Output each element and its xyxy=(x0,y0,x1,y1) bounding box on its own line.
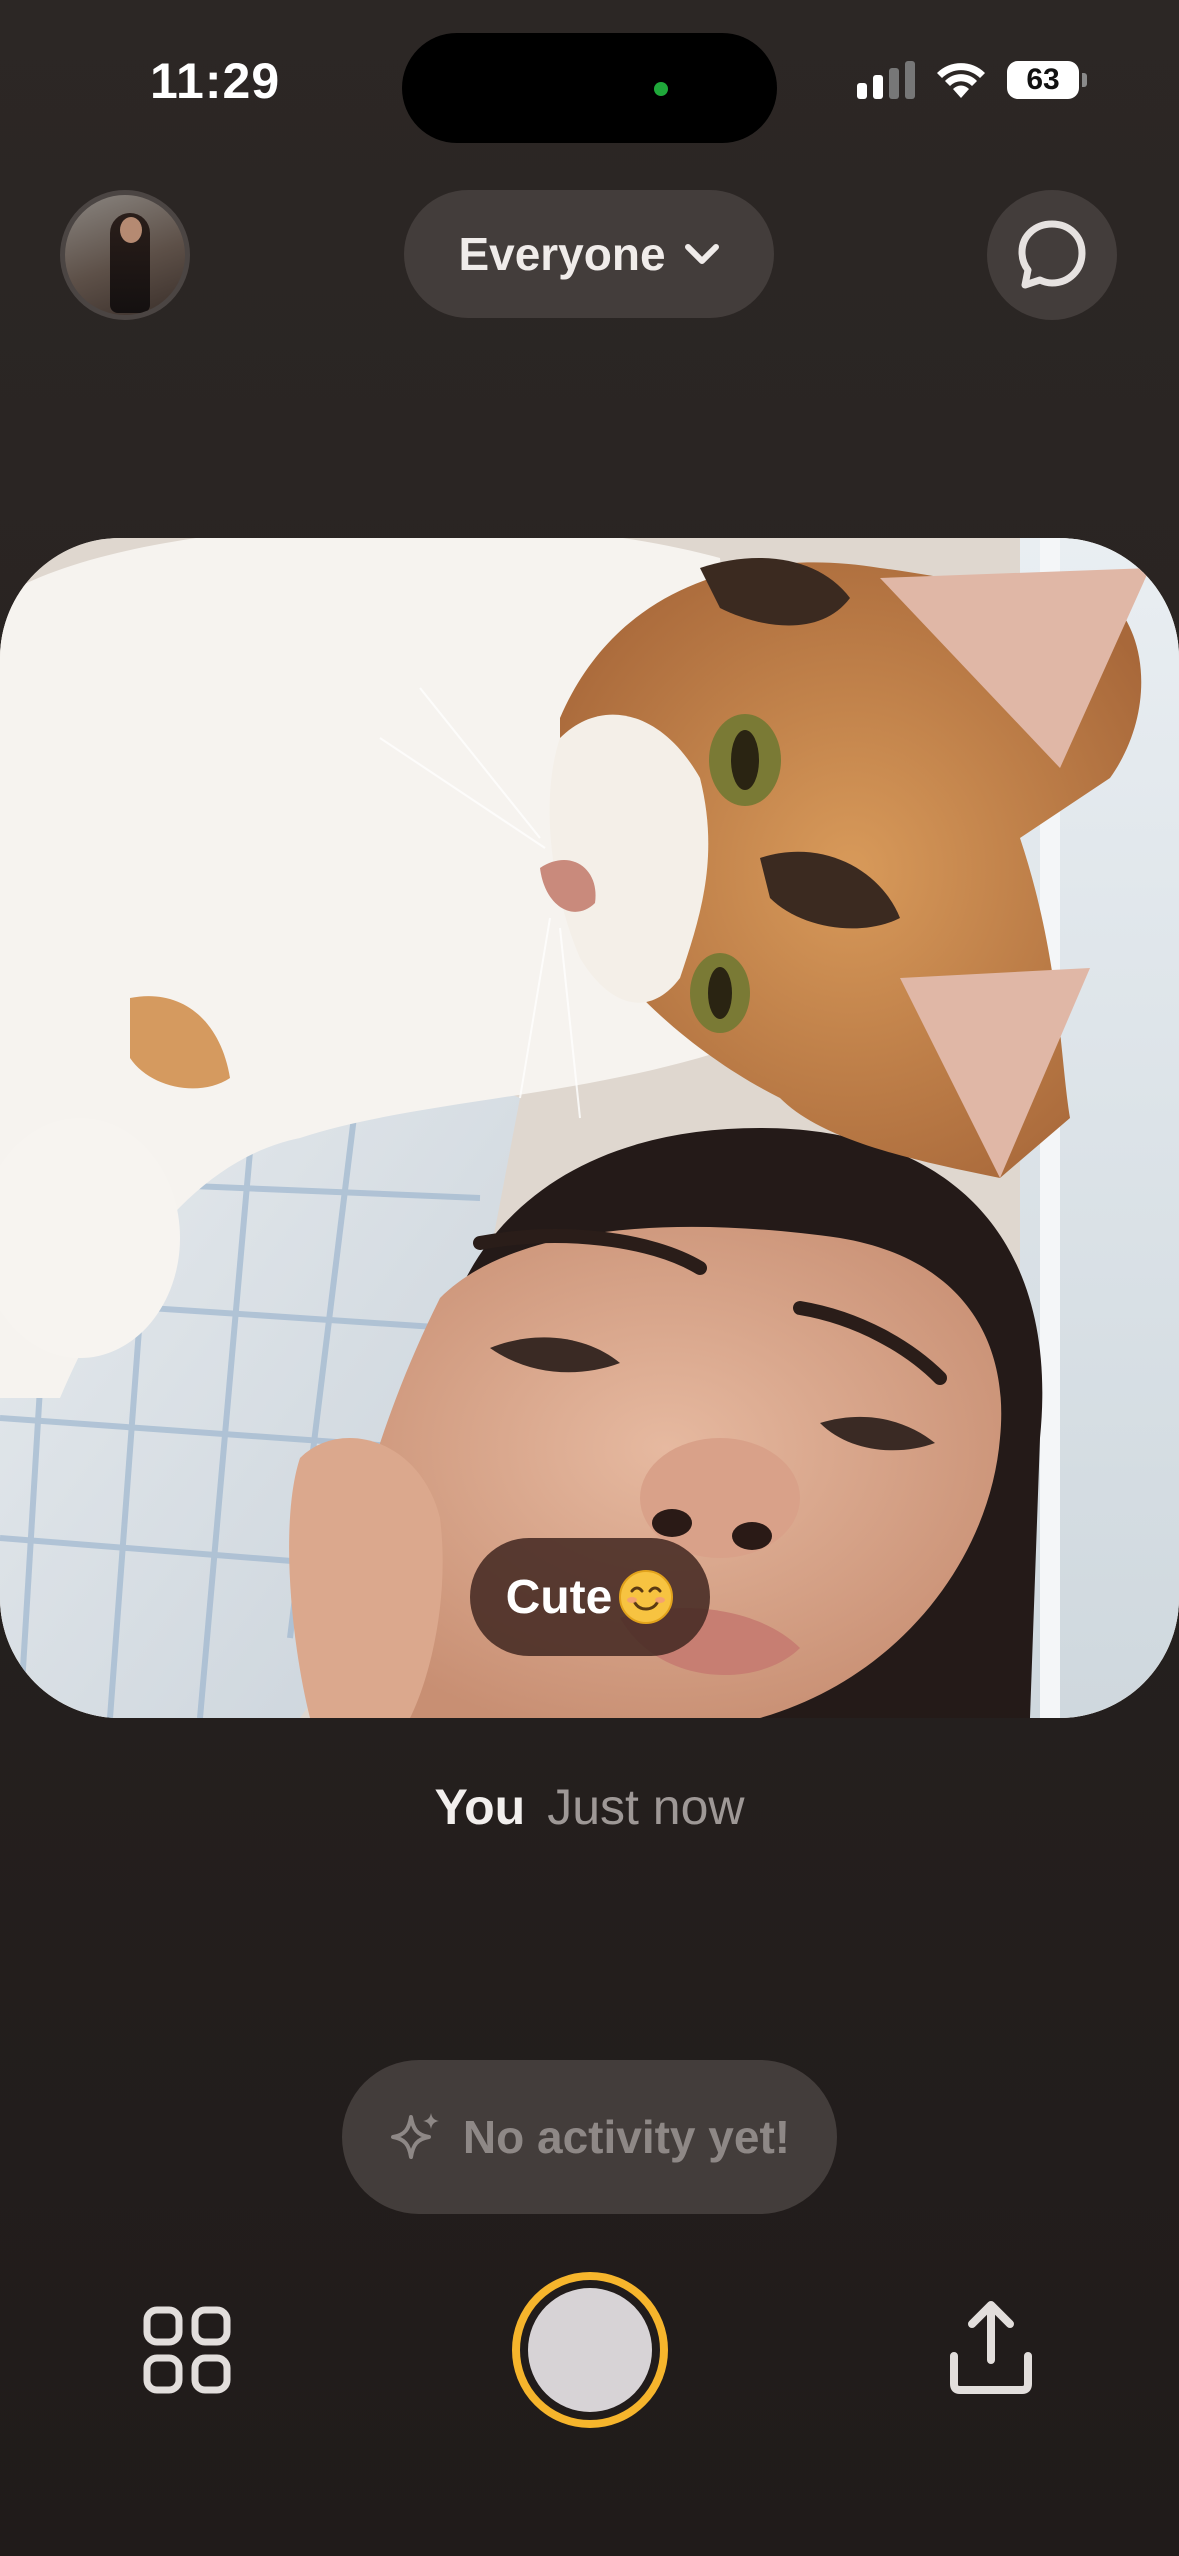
chevron-down-icon xyxy=(684,244,719,264)
camera-indicator-dot xyxy=(654,82,668,96)
shutter-button[interactable] xyxy=(512,2272,668,2428)
audience-selector-button[interactable]: Everyone xyxy=(404,190,774,318)
dynamic-island xyxy=(402,33,777,143)
share-icon[interactable] xyxy=(946,2298,1036,2398)
wifi-icon xyxy=(937,63,985,98)
photo-caption: Cute xyxy=(470,1538,710,1656)
smiling-face-emoji xyxy=(619,1570,674,1624)
activity-button[interactable]: No activity yet! xyxy=(342,2060,837,2214)
cellular-signal-icon xyxy=(857,61,915,99)
battery-icon: 63 xyxy=(1007,61,1087,99)
messages-button[interactable] xyxy=(987,190,1117,320)
battery-level: 63 xyxy=(1026,63,1060,96)
activity-label: No activity yet! xyxy=(462,2111,791,2163)
chat-bubble-icon xyxy=(1018,220,1086,289)
sparkles-icon xyxy=(390,2113,439,2159)
audience-label: Everyone xyxy=(458,228,666,280)
profile-avatar[interactable] xyxy=(60,190,190,320)
post-meta: You Just now xyxy=(0,1778,1179,1836)
shutter-inner xyxy=(528,2288,652,2412)
grid-icon[interactable] xyxy=(142,2305,232,2395)
post-timestamp: Just now xyxy=(547,1779,745,1835)
status-icons: 63 xyxy=(857,60,1087,100)
caption-text: Cute xyxy=(505,1570,613,1624)
post-author[interactable]: You xyxy=(434,1779,525,1835)
status-time: 11:29 xyxy=(150,53,281,109)
